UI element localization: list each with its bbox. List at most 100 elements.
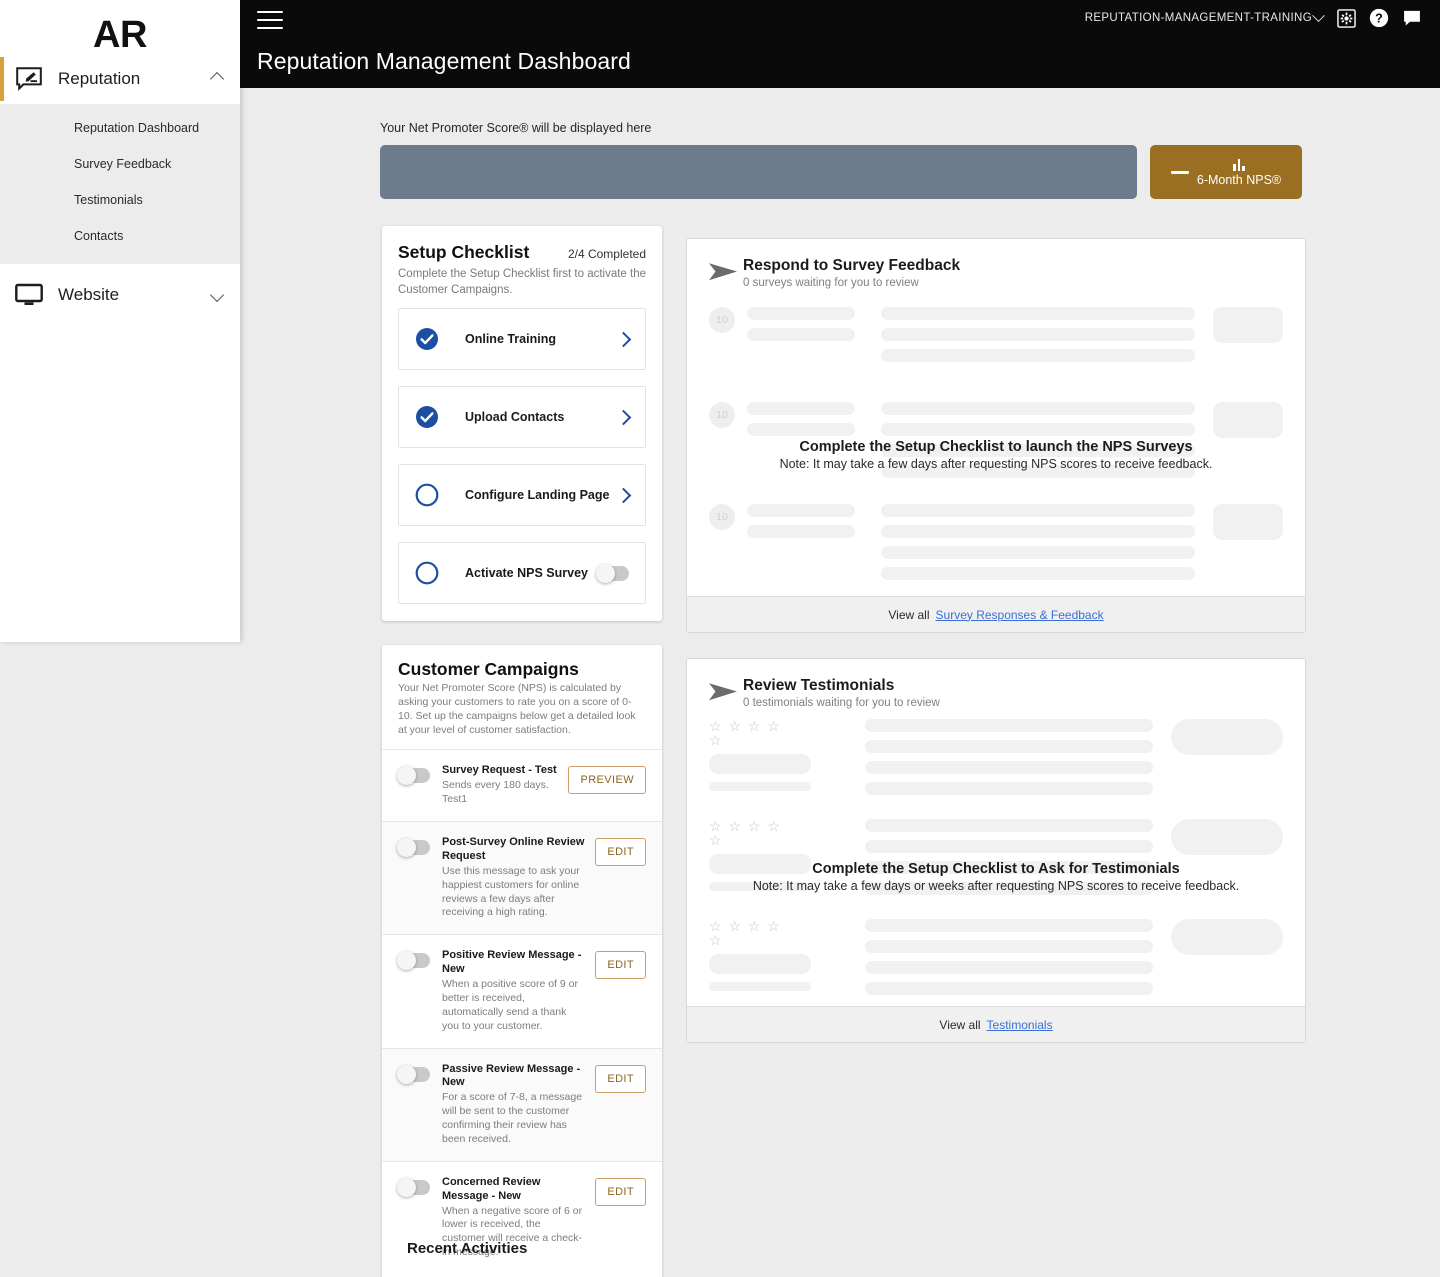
checklist-item-label: Configure Landing Page [465, 488, 610, 503]
campaign-name: Survey Request - Test [442, 764, 557, 777]
check-filled-icon [415, 405, 439, 429]
dashboard-root: Reputation Management Dashboard REPUTATI… [0, 0, 1440, 1277]
check-filled-icon [415, 327, 439, 351]
panel-subtitle: 0 surveys waiting for you to review [743, 277, 919, 289]
star-rating-icon: ☆ ☆ ☆ ☆ ☆ [709, 718, 782, 748]
chat-bubble-icon[interactable] [1402, 8, 1422, 28]
hamburger-icon[interactable] [257, 11, 283, 29]
campaign-description: When a positive score of 9 or better is … [442, 977, 578, 1032]
setup-checklist-card: Setup Checklist 2/4 Completed Complete t… [382, 226, 662, 621]
setup-checklist-title: Setup Checklist [398, 242, 530, 262]
nps-score-placeholder [380, 145, 1137, 199]
campaign-edit-button[interactable]: EDIT [595, 1178, 646, 1207]
help-circle-icon[interactable]: ? [1369, 8, 1389, 28]
skeleton-row: 10 [687, 307, 1305, 370]
sidebar: AR Reputation Reputation Dashboard Surve… [0, 0, 240, 642]
panel-title: Review Testimonials [743, 677, 895, 694]
header-actions: REPUTATION-MANAGEMENT-TRAINING ? [1085, 8, 1422, 28]
setup-checklist-count: 2/4 Completed [567, 247, 646, 261]
chevron-right-icon [615, 409, 632, 425]
campaign-toggle[interactable] [397, 1178, 430, 1198]
testimonials-skeleton-list: ☆ ☆ ☆ ☆ ☆ ☆ ☆ ☆ ☆ ☆ ☆ ☆ ☆ ☆ ☆ Complete t… [687, 709, 1305, 1000]
paper-plane-icon [709, 262, 743, 287]
respond-to-survey-feedback-panel: Respond to Survey Feedback 0 surveys wai… [686, 238, 1306, 633]
score-badge: 10 [709, 402, 735, 428]
score-badge: 10 [709, 307, 735, 333]
page-title: Reputation Management Dashboard [257, 48, 631, 74]
customer-campaigns-title: Customer Campaigns [398, 659, 579, 679]
campaign-toggle[interactable] [397, 1064, 430, 1084]
top-header-bar: Reputation Management Dashboard REPUTATI… [240, 0, 1440, 88]
svg-text:?: ? [1375, 11, 1383, 25]
sidebar-group-label: Website [58, 285, 120, 304]
recent-activities-heading: Recent Activities [407, 1240, 528, 1257]
checklist-item-online-training[interactable]: Online Training [398, 308, 646, 371]
skeleton-row: ☆ ☆ ☆ ☆ ☆ [687, 819, 1305, 903]
skeleton-row: 10 [687, 504, 1305, 588]
chevron-right-icon [615, 487, 632, 503]
campaign-name: Passive Review Message - New [442, 1062, 581, 1089]
sidebar-group-reputation[interactable]: Reputation [0, 54, 240, 104]
panel-title: Respond to Survey Feedback [743, 257, 961, 274]
campaign-preview-button[interactable]: PREVIEW [568, 766, 646, 795]
score-badge: 10 [709, 504, 735, 530]
circle-empty-icon [415, 561, 439, 585]
campaign-toggle[interactable] [397, 838, 430, 858]
campaign-name: Concerned Review Message - New [442, 1176, 541, 1202]
chevron-down-icon [1312, 8, 1325, 22]
checklist-item-activate-nps-survey[interactable]: Activate NPS Survey [398, 542, 646, 605]
checklist-item-configure-landing-page[interactable]: Configure Landing Page [398, 464, 646, 527]
six-month-nps-button[interactable]: 6-Month NPS® [1150, 145, 1302, 199]
setup-checklist-description: Complete the Setup Checklist first to ac… [398, 268, 647, 296]
campaign-row-concerned-review-message-new: Concerned Review Message - New When a ne… [382, 1162, 662, 1274]
setup-checklist-items: Online Training Upload Contacts Configur… [382, 298, 662, 618]
monitor-icon [14, 283, 44, 307]
survey-panel-footer: View all Survey Responses & Feedback [687, 596, 1305, 632]
testimonials-panel-footer: View all Testimonials [687, 1006, 1305, 1042]
dash-icon [1170, 170, 1189, 174]
sidebar-item-survey-feedback[interactable]: Survey Feedback [0, 146, 240, 182]
account-selector[interactable]: REPUTATION-MANAGEMENT-TRAINING [1084, 8, 1325, 24]
sidebar-item-reputation-dashboard[interactable]: Reputation Dashboard [0, 110, 240, 146]
customer-campaigns-card: Customer Campaigns Your Net Promoter Sco… [382, 645, 662, 1277]
campaign-row-passive-review-message-new: Passive Review Message - New For a score… [382, 1048, 662, 1163]
customer-campaigns-description: Your Net Promoter Score (NPS) is calcula… [398, 682, 636, 736]
activate-nps-survey-toggle[interactable] [596, 563, 629, 583]
sidebar-group-label: Reputation [58, 69, 141, 88]
app-logo: AR [93, 14, 147, 56]
paper-plane-icon [709, 682, 743, 707]
star-rating-icon: ☆ ☆ ☆ ☆ ☆ [709, 818, 782, 848]
campaign-description: Sends every 180 days. Test1 [442, 779, 549, 806]
main-content: Your Net Promoter Score® will be display… [240, 88, 1440, 1277]
campaign-edit-button[interactable]: EDIT [595, 838, 646, 867]
campaign-description: For a score of 7-8, a message will be se… [442, 1091, 583, 1146]
gear-icon[interactable] [1336, 8, 1356, 28]
survey-responses-link[interactable]: Survey Responses & Feedback [936, 608, 1104, 622]
campaign-toggle[interactable] [397, 951, 430, 971]
sidebar-item-contacts[interactable]: Contacts [0, 218, 240, 254]
sidebar-group-website[interactable]: Website [0, 264, 240, 326]
account-name: REPUTATION-MANAGEMENT-TRAINING [1084, 12, 1312, 24]
campaign-edit-button[interactable]: EDIT [595, 1064, 646, 1093]
skeleton-row: ☆ ☆ ☆ ☆ ☆ [687, 919, 1305, 1000]
circle-empty-icon [415, 483, 439, 507]
campaign-edit-button[interactable]: EDIT [595, 951, 646, 980]
chevron-up-icon [209, 71, 225, 87]
panel-subtitle: 0 testimonials waiting for you to review [743, 697, 940, 709]
campaign-row-positive-review-message-new: Positive Review Message - New When a pos… [382, 935, 662, 1049]
chevron-right-icon [615, 331, 632, 347]
campaign-row-survey-request-test: Survey Request - Test Sends every 180 da… [382, 750, 662, 823]
review-message-icon [14, 67, 44, 91]
campaign-name: Positive Review Message - New [442, 949, 582, 976]
bar-chart-icon [1233, 157, 1245, 171]
checklist-item-label: Upload Contacts [465, 410, 565, 425]
view-all-label: View all [939, 1017, 981, 1032]
sidebar-item-testimonials[interactable]: Testimonials [0, 182, 240, 218]
campaign-name: Post-Survey Online Review Request [442, 836, 585, 862]
checklist-item-label: Activate NPS Survey [465, 566, 588, 581]
checklist-item-upload-contacts[interactable]: Upload Contacts [398, 386, 646, 449]
nps-button-label: 6-Month NPS® [1196, 173, 1282, 187]
testimonials-link[interactable]: Testimonials [987, 1018, 1053, 1032]
checklist-item-label: Online Training [465, 332, 556, 347]
campaign-toggle[interactable] [397, 766, 430, 786]
